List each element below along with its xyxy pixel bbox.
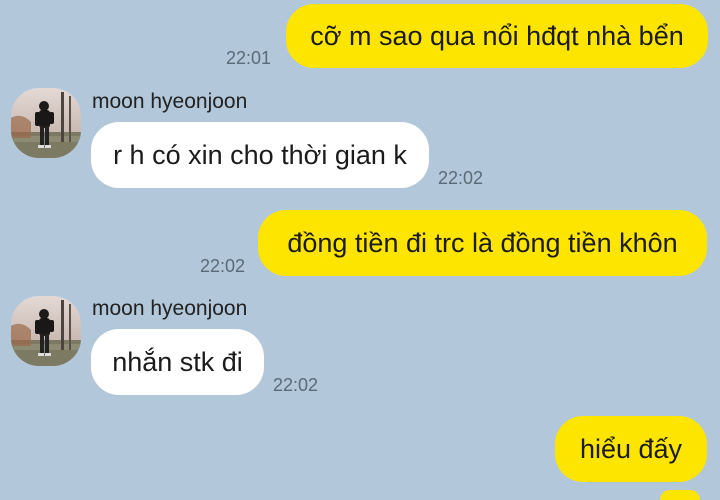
sender-name: moon hyeonjoon <box>92 297 248 320</box>
message-timestamp: 22:02 <box>200 256 246 276</box>
avatar[interactable] <box>11 88 81 158</box>
message-timestamp: 22:02 <box>273 375 319 395</box>
avatar[interactable] <box>11 296 81 366</box>
message-timestamp: 22:01 <box>226 48 272 68</box>
incoming-message-bubble[interactable]: r h có xin cho thời gian k <box>91 122 429 188</box>
outgoing-message-bubble[interactable]: hiểu đấy <box>555 416 707 482</box>
message-text: cỡ m sao qua nổi hđqt nhà bển <box>310 20 684 51</box>
outgoing-message-bubble[interactable]: cỡ m sao qua nổi hđqt nhà bển <box>286 4 708 68</box>
profile-photo-icon <box>11 88 81 158</box>
chat-window: cỡ m sao qua nổi hđqt nhà bển 22:01 moon… <box>0 0 720 500</box>
message-text: hiểu đấy <box>579 433 683 464</box>
message-text: đồng tiền đi trc là đồng tiền khôn <box>287 227 678 258</box>
sender-name: moon hyeonjoon <box>92 90 248 113</box>
incoming-message-bubble[interactable]: nhắn stk đi <box>91 329 264 395</box>
next-outgoing-bubble-edge <box>660 490 700 500</box>
message-timestamp: 22:02 <box>438 168 484 188</box>
message-text: nhắn stk đi <box>112 346 243 377</box>
profile-photo-icon <box>11 296 81 366</box>
outgoing-message-bubble[interactable]: đồng tiền đi trc là đồng tiền khôn <box>258 210 707 276</box>
message-text: r h có xin cho thời gian k <box>113 139 407 170</box>
